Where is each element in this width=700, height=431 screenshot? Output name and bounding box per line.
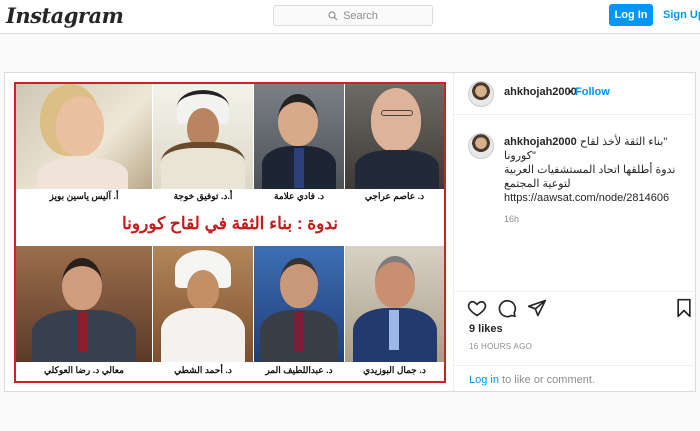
caption-username[interactable]: ahkhojah2000 xyxy=(504,136,577,148)
caption-timestamp[interactable]: 16h xyxy=(504,214,519,224)
person-photo xyxy=(254,246,344,362)
person-caption: د. عبداللطيف المر xyxy=(265,365,333,375)
image-title-banner: ندوة : بناء الثقة في لقاح كورونا xyxy=(16,206,444,242)
person-caption: أ. آليس ياسين بويز xyxy=(49,191,119,201)
image-frame: أ. آليس ياسين بويز أ.د. توفيق خوجة د. فا… xyxy=(14,82,446,383)
person-photo xyxy=(345,246,444,362)
post-actions: 9 likes 16 HOURS AGO Log in to like or c… xyxy=(454,291,696,391)
like-count[interactable]: 9 likes xyxy=(469,323,503,335)
heart-icon[interactable] xyxy=(467,298,487,318)
login-link[interactable]: Log in xyxy=(469,374,499,386)
caption-text: ندوة أطلقها اتحاد المستشفيات العربية xyxy=(504,164,676,176)
person-photo xyxy=(153,84,253,189)
post-caption: ahkhojah2000 بناء الثقة لأخذ لقاح" "كورو… xyxy=(504,135,690,205)
comment-icon[interactable] xyxy=(497,298,517,318)
caption-text: بناء الثقة لأخذ لقاح" xyxy=(579,136,668,148)
post-sidebar: ahkhojah2000 • Follow ahkhojah2000 بناء … xyxy=(453,73,696,391)
person-photo xyxy=(16,246,152,362)
person-photo xyxy=(254,84,344,189)
separator-dot: • xyxy=(568,86,572,98)
person-caption: د. عاصم عراجي xyxy=(364,191,425,201)
search-icon xyxy=(328,10,338,20)
author-username[interactable]: ahkhojah2000 xyxy=(504,86,577,98)
person-caption: أ.د. توفيق خوجة xyxy=(173,191,233,201)
post-card: أ. آليس ياسين بويز أ.د. توفيق خوجة د. فا… xyxy=(4,72,696,392)
person-photo xyxy=(16,84,152,189)
instagram-logo[interactable]: Instagram xyxy=(6,3,124,28)
bookmark-icon[interactable] xyxy=(674,298,694,318)
caption-text: لتوعية المجتمع xyxy=(504,178,571,190)
follow-button[interactable]: Follow xyxy=(575,86,610,98)
login-prompt-text: to like or comment. xyxy=(498,374,595,386)
caption-text: "كورونا xyxy=(504,150,536,162)
avatar[interactable] xyxy=(468,81,494,107)
share-icon[interactable] xyxy=(527,298,547,318)
top-navigation-bar: Instagram Search Log In Sign Up xyxy=(0,0,700,34)
person-photo xyxy=(153,246,253,362)
post-timestamp[interactable]: 16 HOURS AGO xyxy=(469,342,532,351)
person-caption: معالي د. رضا العوكلي xyxy=(44,365,124,375)
post-header: ahkhojah2000 • Follow xyxy=(454,73,696,115)
login-button[interactable]: Log In xyxy=(609,4,653,26)
login-prompt: Log in to like or comment. xyxy=(454,365,696,392)
avatar[interactable] xyxy=(468,133,494,159)
search-placeholder: Search xyxy=(343,9,378,22)
person-caption: د. أحمد الشطي xyxy=(174,365,232,375)
person-caption: د. فادي علامة xyxy=(274,191,324,201)
person-photo xyxy=(345,84,444,189)
post-image[interactable]: أ. آليس ياسين بويز أ.د. توفيق خوجة د. فا… xyxy=(8,76,452,389)
signup-link[interactable]: Sign Up xyxy=(663,9,700,21)
caption-link[interactable]: https://aawsat.com/node/2814606 xyxy=(504,191,690,205)
person-caption: د. جمال البوزيدي xyxy=(363,365,426,375)
search-input[interactable]: Search xyxy=(273,5,433,26)
